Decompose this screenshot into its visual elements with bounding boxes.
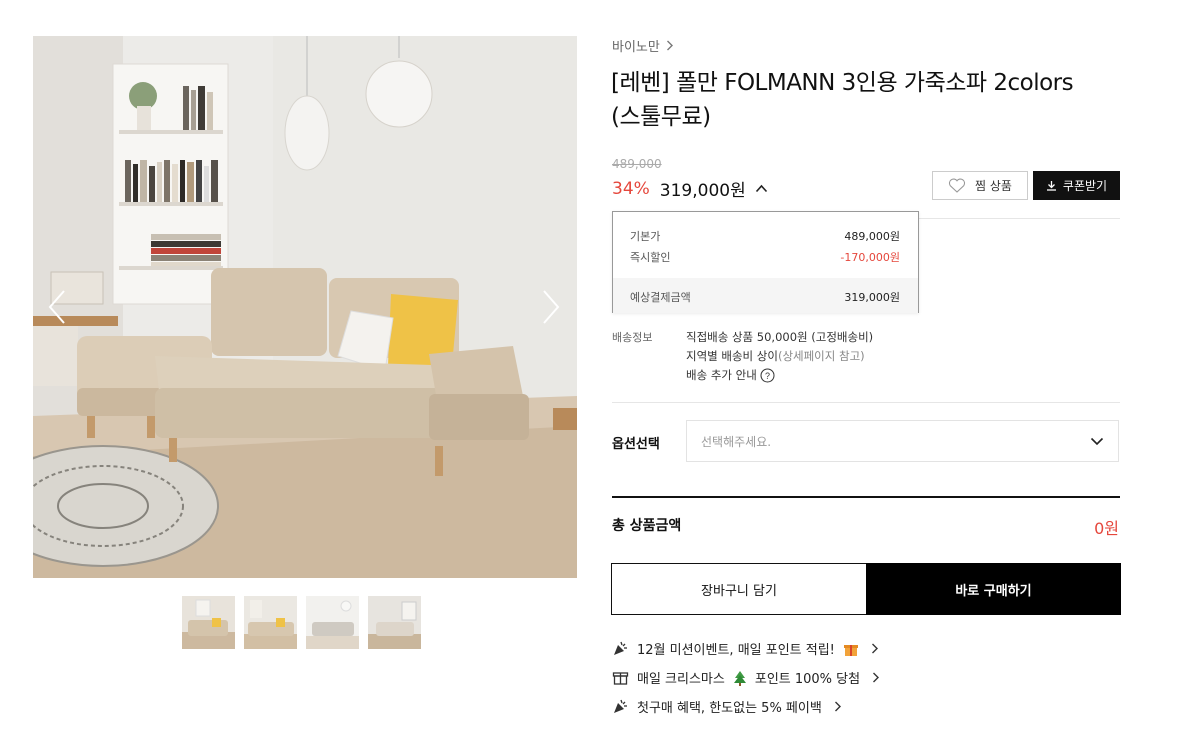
expected-payment-label: 예상결제금액: [630, 291, 691, 304]
shipping-extra-line: 배송 추가 안내?: [686, 366, 873, 385]
product-title-line2: (스툴무료): [611, 104, 711, 130]
chevron-up-icon: [755, 184, 767, 193]
product-title: [레벤] 폴만 FOLMANN 3인용 가죽소파 2colors (스툴무료): [611, 66, 1131, 134]
total-label: 총 상품금액: [612, 518, 682, 534]
price-detail-toggle[interactable]: [755, 184, 768, 193]
shipping-label: 배송정보: [612, 331, 653, 344]
gift-icon: [612, 672, 629, 685]
instant-discount-label: 즉시할인: [630, 251, 671, 264]
buy-now-button[interactable]: 바로 구매하기: [866, 563, 1121, 615]
christmas-tree-icon: [733, 670, 746, 686]
original-price: 489,000: [612, 157, 662, 171]
total-value: 0원: [1094, 519, 1119, 538]
product-main-image: [33, 36, 577, 578]
help-icon[interactable]: ?: [760, 368, 775, 383]
promo-first-purchase[interactable]: 첫구매 혜택, 한도없는 5% 페이백: [612, 697, 842, 716]
wish-label: 찜 상품: [975, 179, 1012, 193]
chevron-right-icon: [543, 290, 560, 324]
promo-christmas-text: 매일 크리스마스: [637, 672, 725, 687]
chevron-right-icon: [666, 40, 673, 51]
brand-link[interactable]: 바이노만: [612, 36, 674, 55]
promo-christmas[interactable]: 매일 크리스마스 포인트 100% 당첨: [612, 668, 880, 687]
download-icon: [1046, 181, 1056, 191]
shipping-info: 직접배송 상품 50,000원 (고정배송비) 지역별 배송비 상이(상세페이지…: [686, 328, 873, 385]
gift-icon: [843, 644, 858, 656]
base-price-value: 489,000원: [844, 230, 900, 243]
thumbnail-4[interactable]: [368, 596, 421, 649]
gallery-next-arrow[interactable]: [538, 287, 564, 327]
chevron-right-icon: [872, 672, 880, 683]
thumbnail-strip: [182, 596, 421, 649]
coupon-button[interactable]: 쿠폰받기: [1033, 171, 1120, 200]
promo-mission-text: 12월 미션이벤트, 매일 포인트 적립!: [637, 643, 835, 658]
chevron-right-icon: [834, 701, 842, 712]
option-select[interactable]: 선택해주세요.: [686, 420, 1119, 462]
svg-text:?: ?: [765, 371, 770, 381]
shipping-fee-line: 직접배송 상품 50,000원 (고정배송비): [686, 330, 874, 344]
thumbnail-1[interactable]: [182, 596, 235, 649]
instant-discount-value: -170,000원: [840, 251, 900, 264]
cart-label: 장바구니 담기: [701, 583, 777, 599]
base-price-row: 기본가 489,000원: [630, 228, 900, 244]
price-row: 34% 319,000원: [612, 176, 768, 201]
sale-price: 319,000원: [659, 181, 746, 201]
instant-discount-row: 즉시할인 -170,000원: [630, 249, 900, 265]
expected-payment-value: 319,000원: [844, 291, 900, 304]
option-placeholder: 선택해주세요.: [701, 434, 772, 449]
promo-mission-event[interactable]: 12월 미션이벤트, 매일 포인트 적립!: [612, 639, 879, 658]
thumbnail-3[interactable]: [306, 596, 359, 649]
promo-christmas-text2: 포인트 100% 당첨: [754, 672, 861, 687]
divider: [612, 402, 1120, 403]
wish-button[interactable]: 찜 상품: [932, 171, 1028, 200]
base-price-label: 기본가: [630, 230, 661, 243]
gallery-prev-arrow[interactable]: [44, 287, 70, 327]
heart-icon: [948, 178, 966, 193]
chevron-left-icon: [48, 290, 65, 324]
shipping-region-line: 지역별 배송비 상이(상세페이지 참고): [686, 347, 873, 366]
shipping-extra-text: 배송 추가 안내: [686, 368, 757, 382]
chevron-down-icon: [1090, 437, 1104, 445]
price-detail-popup: 기본가 489,000원 즉시할인 -170,000원 예상결제금액 319,0…: [612, 211, 919, 313]
party-popper-icon: [614, 699, 627, 713]
expected-payment-row: 예상결제금액 319,000원: [630, 289, 900, 305]
shipping-region-note: (상세페이지 참고): [777, 349, 865, 363]
discount-rate: 34%: [612, 178, 650, 199]
thumbnail-2[interactable]: [244, 596, 297, 649]
promo-first-purchase-text: 첫구매 혜택, 한도없는 5% 페이백: [637, 701, 822, 716]
product-title-line1: [레벤] 폴만 FOLMANN 3인용 가죽소파 2colors: [611, 70, 1074, 96]
chevron-right-icon: [871, 643, 879, 654]
brand-name: 바이노만: [612, 40, 660, 55]
shipping-region-text: 지역별 배송비 상이: [686, 349, 778, 363]
option-label: 옵션선택: [612, 437, 660, 452]
add-to-cart-button[interactable]: 장바구니 담기: [611, 563, 867, 615]
party-popper-icon: [614, 641, 627, 655]
total-divider: [612, 496, 1120, 498]
buy-label: 바로 구매하기: [955, 583, 1032, 599]
coupon-label: 쿠폰받기: [1062, 179, 1108, 193]
